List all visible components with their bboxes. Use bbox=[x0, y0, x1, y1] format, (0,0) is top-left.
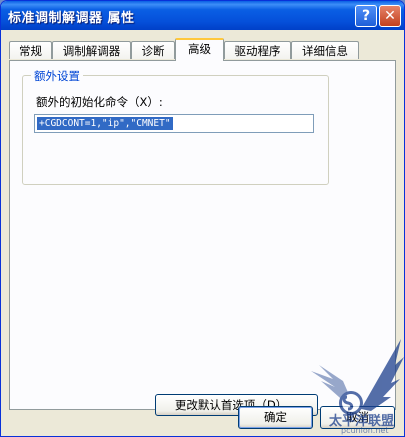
title-bar[interactable]: 标准调制解调器 属性 ? ✕ bbox=[1, 1, 404, 30]
tab-driver[interactable]: 驱动程序 bbox=[224, 41, 291, 59]
tab-diagnostics[interactable]: 诊断 bbox=[131, 41, 175, 59]
init-command-label: 额外的初始化命令（X）: bbox=[36, 95, 163, 109]
tab-strip: 常规 调制解调器 诊断 高级 驱动程序 详细信息 bbox=[9, 38, 401, 61]
init-command-input[interactable]: +CGDCONT=1,"ip","CMNET" bbox=[34, 114, 314, 133]
init-command-value: +CGDCONT=1,"ip","CMNET" bbox=[37, 117, 173, 130]
extra-settings-group: 额外设置 额外的初始化命令（X）: +CGDCONT=1,"ip","CMNET… bbox=[22, 68, 329, 185]
help-button[interactable]: ? bbox=[355, 5, 377, 27]
close-button[interactable]: ✕ bbox=[379, 5, 401, 27]
tab-details[interactable]: 详细信息 bbox=[291, 41, 359, 59]
tab-general[interactable]: 常规 bbox=[9, 41, 52, 59]
tab-modem[interactable]: 调制解调器 bbox=[52, 41, 131, 59]
watermark-url: pcunion.net bbox=[341, 426, 389, 435]
properties-dialog: 标准调制解调器 属性 ? ✕ 常规 调制解调器 诊断 高级 驱动程序 详细信息 … bbox=[0, 0, 405, 437]
tab-advanced[interactable]: 高级 bbox=[175, 38, 224, 61]
window-title: 标准调制解调器 属性 bbox=[8, 11, 135, 26]
group-title: 额外设置 bbox=[31, 68, 83, 84]
